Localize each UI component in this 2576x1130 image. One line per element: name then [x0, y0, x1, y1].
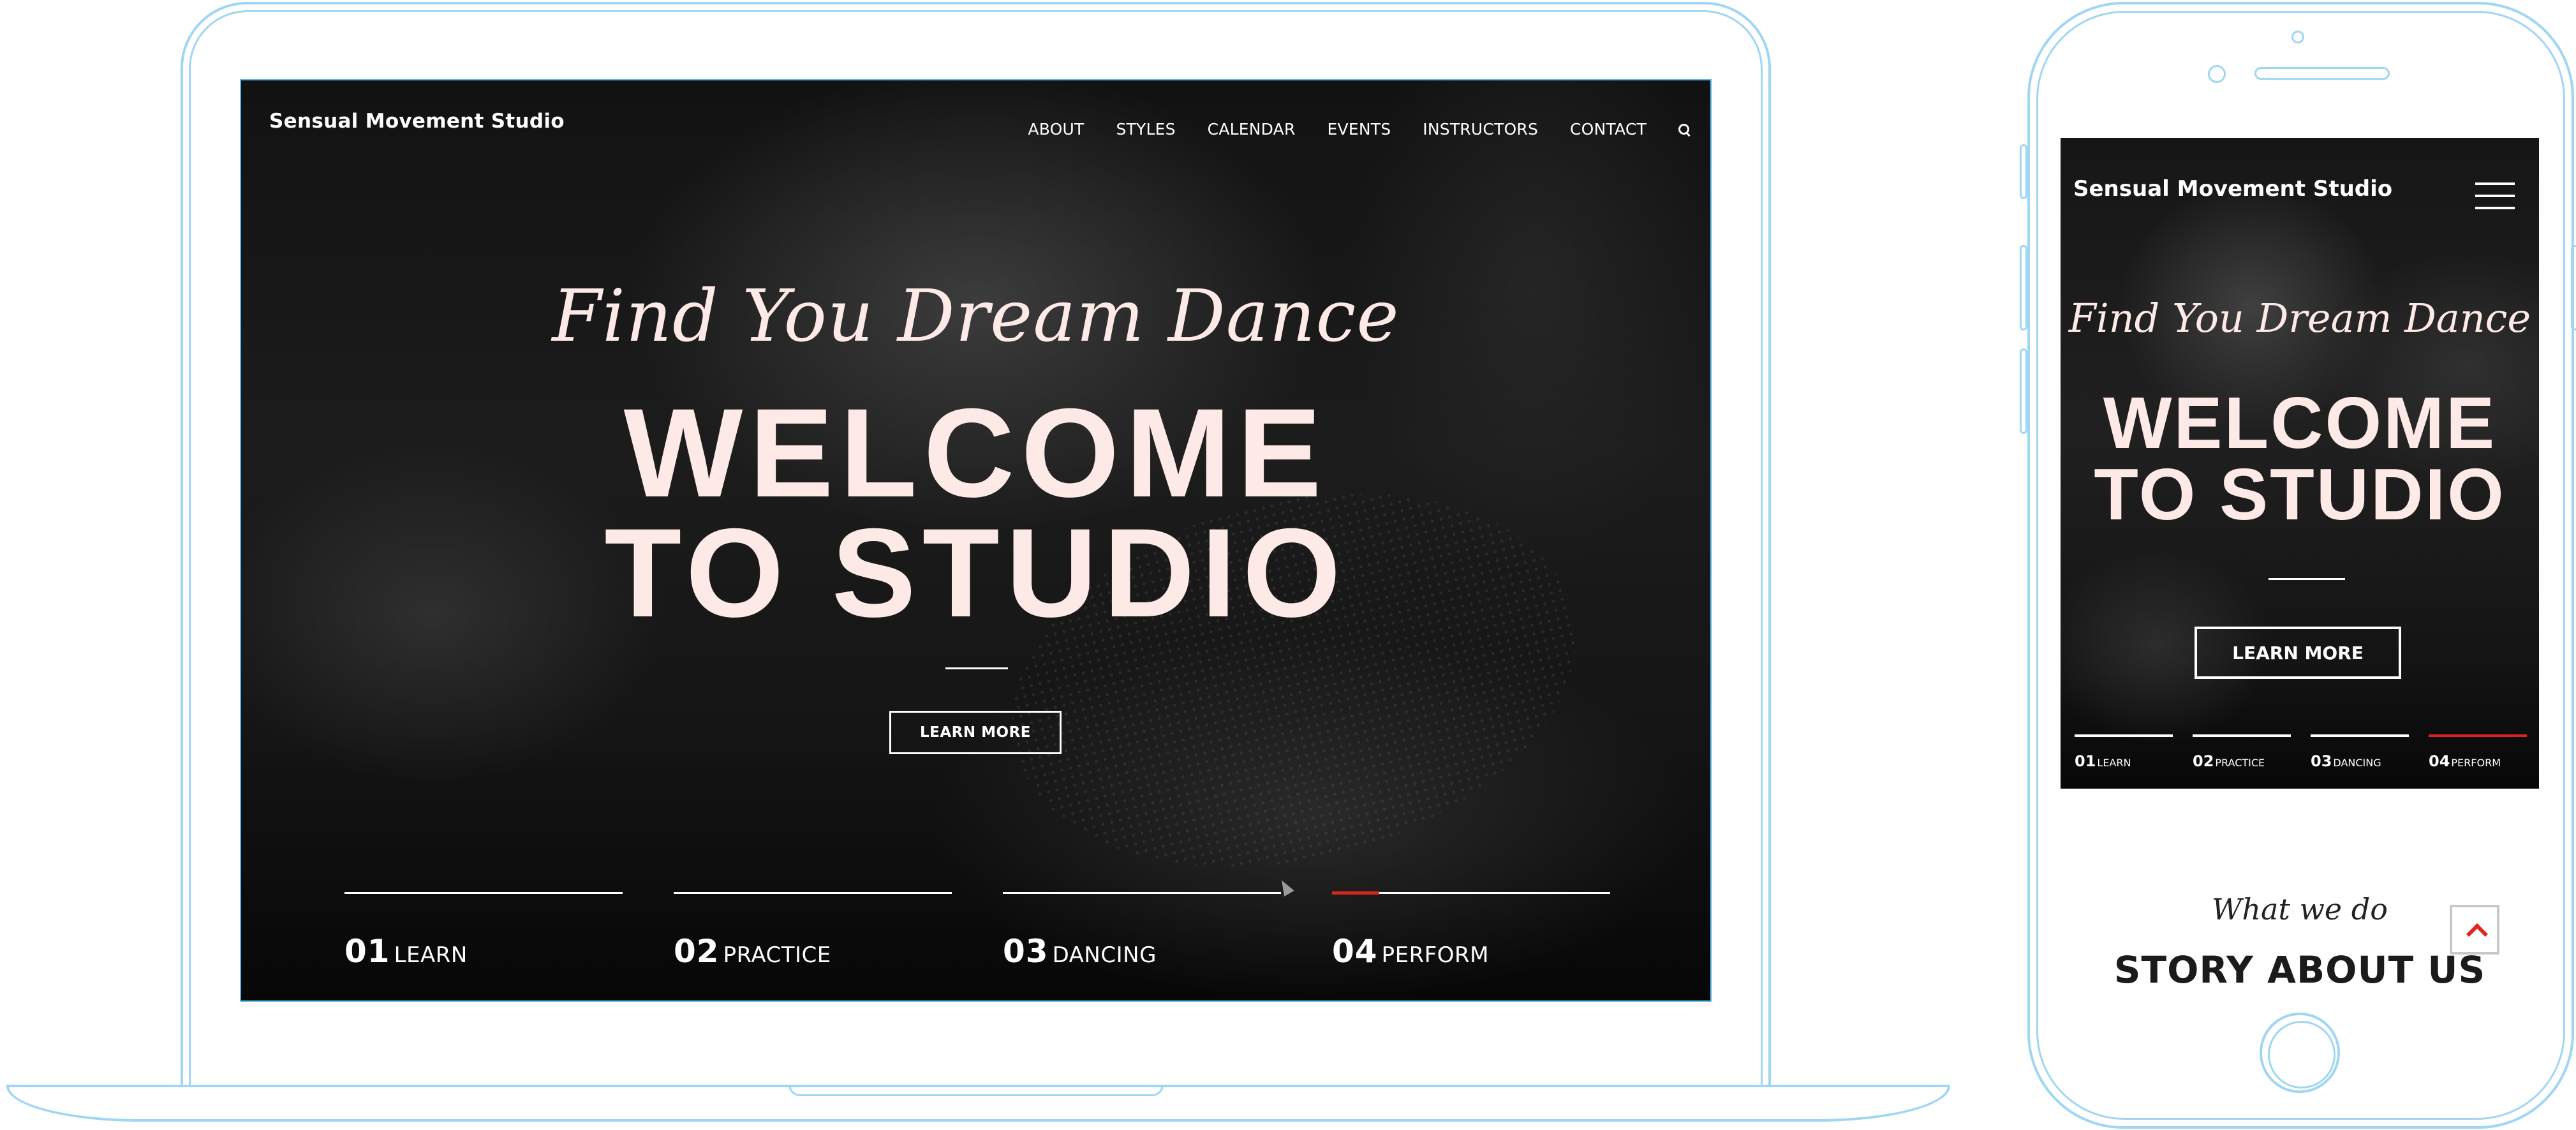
- hero-headline: WELCOME TO STUDIO: [241, 382, 1710, 643]
- step-number: 03: [1003, 933, 1049, 970]
- step-number: 04: [2429, 752, 2450, 770]
- section-title: STORY ABOUT US: [2113, 948, 2486, 992]
- step-label: 03 DANCING: [1003, 933, 1157, 970]
- step-progress-line: [2193, 734, 2291, 737]
- step-progress-line: [344, 892, 623, 894]
- step-word: PERFORM: [2451, 757, 2501, 769]
- laptop-notch: [788, 1085, 1164, 1096]
- mobile-step-item-perform[interactable]: 04 PERFORM: [2429, 734, 2527, 779]
- step-label: 02 PRACTICE: [674, 933, 831, 970]
- step-number: 04: [1332, 933, 1378, 970]
- step-word: LEARN: [394, 942, 468, 968]
- phone-home-button: [2260, 1013, 2340, 1093]
- mobile-step-item-dancing[interactable]: 03 DANCING: [2311, 734, 2409, 779]
- step-label: 01 LEARN: [2075, 752, 2131, 770]
- step-item-practice[interactable]: 02 PRACTICE: [674, 892, 952, 981]
- mobile-hero-headline-line2: TO STUDIO: [2094, 454, 2506, 535]
- step-label: 03 DANCING: [2311, 752, 2381, 770]
- step-item-perform[interactable]: 04 PERFORM: [1332, 891, 1610, 981]
- hero-headline-line1: WELCOME: [623, 382, 1328, 523]
- desktop-screen: Sensual Movement Studio ABOUT STYLES CAL…: [240, 79, 1712, 1002]
- mobile-site-logo[interactable]: Sensual Movement Studio: [2073, 176, 2392, 202]
- nav-item-instructors[interactable]: INSTRUCTORS: [1423, 120, 1538, 138]
- mobile-hero-headline: WELCOME TO STUDIO: [2061, 383, 2539, 535]
- nav-item-contact[interactable]: CONTACT: [1570, 120, 1647, 138]
- search-icon[interactable]: [1677, 123, 1691, 137]
- step-item-learn[interactable]: 01 LEARN: [344, 892, 623, 981]
- step-active-indicator: [2429, 734, 2527, 737]
- step-word: DANCING: [1052, 942, 1157, 968]
- phone-sensor: [2291, 31, 2304, 43]
- step-number: 03: [2311, 752, 2332, 770]
- mobile-screen: Sensual Movement Studio Find You Dream D…: [2061, 138, 2539, 789]
- phone-mute-switch: [2020, 144, 2027, 199]
- hamburger-menu-icon[interactable]: [2475, 181, 2515, 212]
- hero-tagline: Find You Dream Dance: [552, 275, 1400, 358]
- step-label: 01 LEARN: [344, 933, 468, 970]
- menu-bar: [2475, 195, 2515, 197]
- hero-headline-line2: TO STUDIO: [604, 502, 1347, 643]
- nav-item-calendar[interactable]: CALENDAR: [1208, 120, 1296, 138]
- step-word: PRACTICE: [723, 942, 831, 968]
- menu-bar: [2475, 207, 2515, 209]
- mobile-step-item-learn[interactable]: 01 LEARN: [2075, 734, 2173, 779]
- main-nav: ABOUT STYLES CALENDAR EVENTS INSTRUCTORS…: [996, 120, 1691, 138]
- step-label: 04 PERFORM: [2429, 752, 2501, 770]
- step-number: 01: [344, 933, 390, 970]
- phone-power-button: [2571, 245, 2576, 331]
- step-progress-line: [2311, 734, 2409, 737]
- step-word: LEARN: [2097, 757, 2131, 769]
- mobile-step-item-practice[interactable]: 02 PRACTICE: [2193, 734, 2291, 779]
- mobile-hero-headline-line1: WELCOME: [2103, 383, 2497, 464]
- nav-item-about[interactable]: ABOUT: [1028, 120, 1084, 138]
- menu-bar: [2475, 182, 2515, 185]
- phone-speaker: [2254, 67, 2390, 80]
- step-number: 02: [2193, 752, 2214, 770]
- mobile-learn-more-button[interactable]: LEARN MORE: [2195, 627, 2401, 679]
- mobile-hero-steps: 01 LEARN 02 PRACTICE 03 DANCING 04 PERFORM: [2075, 734, 2528, 779]
- step-word: PERFORM: [1381, 942, 1489, 968]
- step-progress-line: [674, 892, 952, 894]
- phone-volume-up: [2020, 245, 2027, 331]
- learn-more-button[interactable]: LEARN MORE: [889, 711, 1062, 754]
- mobile-hero-divider: [2269, 578, 2345, 580]
- step-item-dancing[interactable]: 03 DANCING: [1003, 892, 1281, 981]
- step-active-indicator: [1332, 891, 1379, 895]
- mobile-hero-tagline: Find You Dream Dance: [2068, 295, 2531, 341]
- step-word: PRACTICE: [2215, 757, 2265, 769]
- step-progress-line: [1332, 891, 1610, 895]
- phone-volume-down: [2020, 348, 2027, 434]
- phone-camera: [2208, 65, 2226, 83]
- step-label: 04 PERFORM: [1332, 933, 1489, 970]
- chevron-up-icon[interactable]: [2450, 905, 2499, 955]
- hero-divider: [945, 667, 1008, 669]
- nav-item-events[interactable]: EVENTS: [1328, 120, 1391, 138]
- nav-item-styles[interactable]: STYLES: [1116, 120, 1175, 138]
- step-progress-line: [2075, 734, 2173, 737]
- step-word: DANCING: [2333, 757, 2381, 769]
- step-label: 02 PRACTICE: [2193, 752, 2265, 770]
- step-number: 02: [674, 933, 720, 970]
- site-logo[interactable]: Sensual Movement Studio: [269, 110, 565, 133]
- step-number: 01: [2075, 752, 2096, 770]
- hero-steps: 01 LEARN 02 PRACTICE 03 DANCING 04 PERFORM: [344, 891, 1610, 994]
- step-progress-line: [1003, 892, 1281, 894]
